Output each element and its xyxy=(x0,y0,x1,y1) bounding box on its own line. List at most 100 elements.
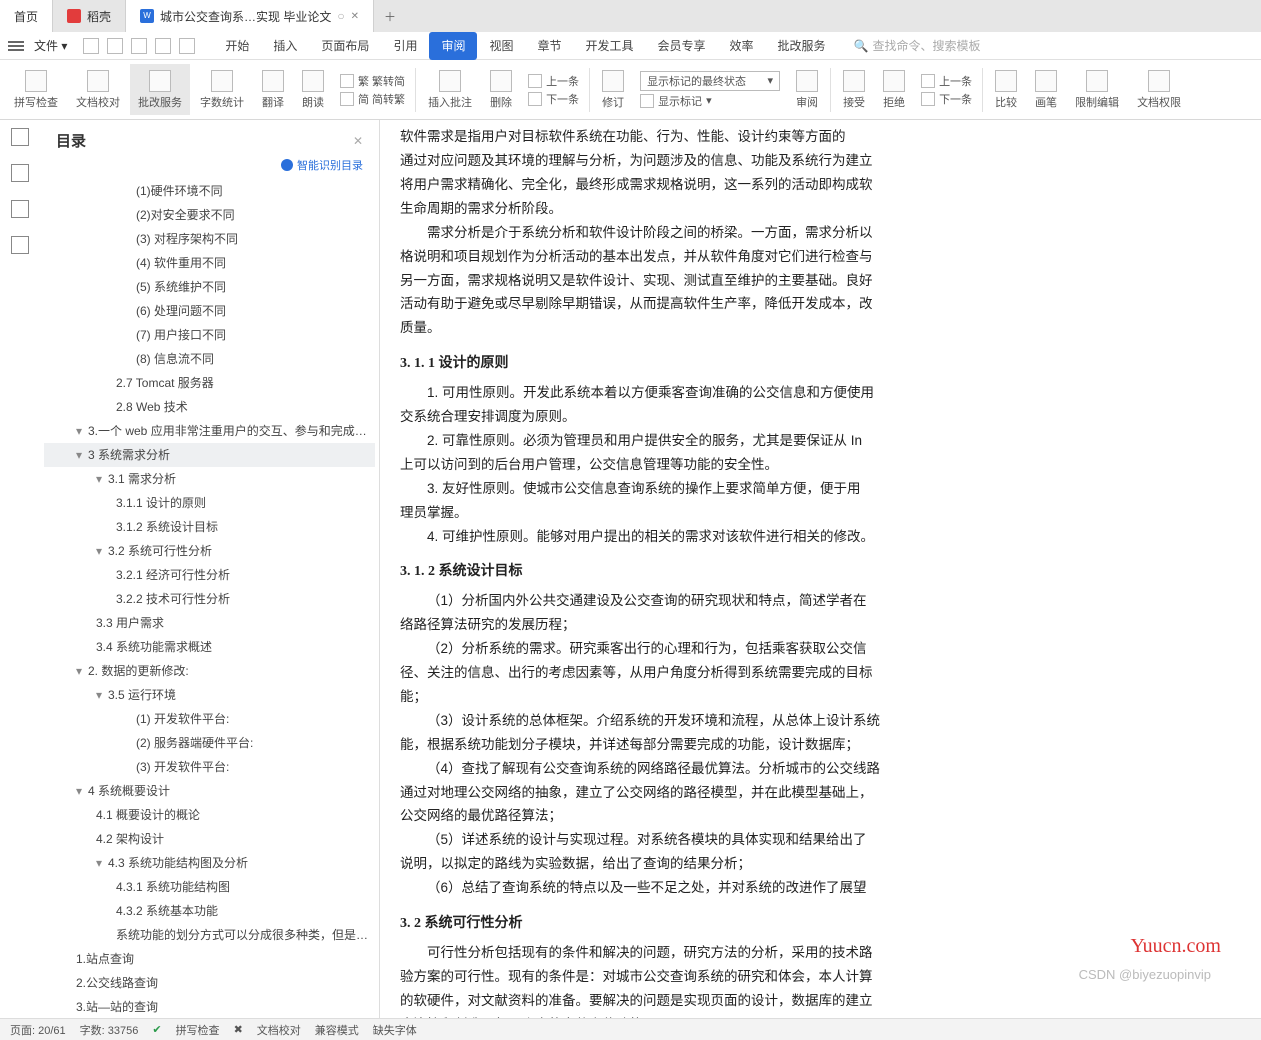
outline-item[interactable]: ▾4 系统概要设计 xyxy=(44,779,375,803)
status-words[interactable]: 字数: 33756 xyxy=(80,1022,139,1038)
outline-item[interactable]: (4) 软件重用不同 xyxy=(44,251,375,275)
status-page[interactable]: 页面: 20/61 xyxy=(10,1022,66,1038)
document-viewport[interactable]: 软件需求是指用户对目标软件系统在功能、行为、性能、设计约束等方面的 通过对应问题… xyxy=(380,120,1261,1018)
rb-reject[interactable]: 拒绝 xyxy=(875,64,913,115)
rb-compare[interactable]: 比较 xyxy=(987,64,1025,115)
status-font[interactable]: 缺失字体 xyxy=(373,1022,417,1038)
menu-chapter[interactable]: 章节 xyxy=(525,32,573,60)
rb-next-change[interactable]: 下一条 xyxy=(921,91,972,107)
outline-item[interactable]: (1) 开发软件平台: xyxy=(44,707,375,731)
outline-item[interactable]: 3.1.1 设计的原则 xyxy=(44,491,375,515)
menu-ref[interactable]: 引用 xyxy=(381,32,429,60)
outline-item[interactable]: 3.1.2 系统设计目标 xyxy=(44,515,375,539)
rb-delete[interactable]: 删除 xyxy=(482,64,520,115)
outline-item[interactable]: (3) 对程序架构不同 xyxy=(44,227,375,251)
rb-trad2simp[interactable]: 繁 繁转简 xyxy=(340,73,405,89)
sidebar-bookmark-icon[interactable] xyxy=(11,200,29,218)
outline-item[interactable]: 1.站点查询 xyxy=(44,947,375,971)
menu-file[interactable]: 文件 ▾ xyxy=(28,37,73,54)
rb-accept[interactable]: 接受 xyxy=(835,64,873,115)
outline-item[interactable]: (6) 处理问题不同 xyxy=(44,299,375,323)
tab-add-button[interactable]: ＋ xyxy=(374,0,406,32)
rb-track[interactable]: 修订 xyxy=(594,64,632,115)
rb-translate[interactable]: 翻译 xyxy=(254,64,292,115)
rb-proof[interactable]: 文档校对 xyxy=(68,64,128,115)
menu-review[interactable]: 审阅 xyxy=(429,32,477,60)
menu-correct[interactable]: 批改服务 xyxy=(766,32,838,60)
outline-item[interactable]: ▾4.3 系统功能结构图及分析 xyxy=(44,851,375,875)
outline-item[interactable]: (5) 系统维护不同 xyxy=(44,275,375,299)
outline-item[interactable]: 2.7 Tomcat 服务器 xyxy=(44,371,375,395)
outline-item[interactable]: 4.3.2 系统基本功能 xyxy=(44,899,375,923)
qa-preview-icon[interactable] xyxy=(131,38,147,54)
rb-perm[interactable]: 文档权限 xyxy=(1129,64,1189,115)
qa-undo-icon[interactable] xyxy=(155,38,171,54)
rb-next-comment[interactable]: 下一条 xyxy=(528,91,579,107)
para: 理员掌握。 xyxy=(400,503,1241,524)
outline-item[interactable]: ▾2. 数据的更新修改: xyxy=(44,659,375,683)
rb-spellcheck[interactable]: 拼写检查 xyxy=(6,64,66,115)
menu-vip[interactable]: 会员专享 xyxy=(646,32,718,60)
command-search[interactable]: 🔍 查找命令、搜索模板 xyxy=(854,37,981,54)
outline-item[interactable]: (7) 用户接口不同 xyxy=(44,323,375,347)
rb-restrict[interactable]: 限制编辑 xyxy=(1067,64,1127,115)
qa-print-icon[interactable] xyxy=(107,38,123,54)
menu-dev[interactable]: 开发工具 xyxy=(574,32,646,60)
outline-smart[interactable]: 智能识别目录 xyxy=(297,157,363,173)
outline-item[interactable]: 4.3.1 系统功能结构图 xyxy=(44,875,375,899)
outline-item[interactable]: 4.2 架构设计 xyxy=(44,827,375,851)
outline-item[interactable]: 3.2.1 经济可行性分析 xyxy=(44,563,375,587)
sidebar-search-icon[interactable] xyxy=(11,236,29,254)
rb-review-pane[interactable]: 审阅 xyxy=(788,64,826,115)
outline-item[interactable]: 4.1 概要设计的概论 xyxy=(44,803,375,827)
menu-view[interactable]: 视图 xyxy=(477,32,525,60)
menu-eff[interactable]: 效率 xyxy=(718,32,766,60)
outline-item[interactable]: (3) 开发软件平台: xyxy=(44,755,375,779)
tab-close-icon[interactable]: ✕ xyxy=(351,11,359,22)
outline-item-label: (8) 信息流不同 xyxy=(136,352,214,366)
outline-item[interactable]: (8) 信息流不同 xyxy=(44,347,375,371)
rb-pen[interactable]: 画笔 xyxy=(1027,64,1065,115)
markup-display-dd[interactable]: 显示标记的最终状态▾ xyxy=(640,71,780,91)
outline-item[interactable]: 3.站—站的查询 xyxy=(44,995,375,1018)
tab-document[interactable]: W城市公交查询系…实现 毕业论文○✕ xyxy=(126,0,374,32)
qa-redo-icon[interactable] xyxy=(179,38,195,54)
rb-prev-comment[interactable]: 上一条 xyxy=(528,73,579,89)
outline-item[interactable]: 3.3 用户需求 xyxy=(44,611,375,635)
outline-item[interactable]: 2.公交线路查询 xyxy=(44,971,375,995)
outline-item[interactable]: 3.2.2 技术可行性分析 xyxy=(44,587,375,611)
status-proof[interactable]: 文档校对 xyxy=(257,1022,301,1038)
outline-item[interactable]: ▾3.2 系统可行性分析 xyxy=(44,539,375,563)
menu-insert[interactable]: 插入 xyxy=(261,32,309,60)
outline-item[interactable]: (2) 服务器端硬件平台: xyxy=(44,731,375,755)
outline-item[interactable]: (2)对安全要求不同 xyxy=(44,203,375,227)
outline-item[interactable]: ▾3.1 需求分析 xyxy=(44,467,375,491)
hamburger-icon[interactable] xyxy=(8,41,24,51)
menu-start[interactable]: 开始 xyxy=(213,32,261,60)
spellcheck-icon xyxy=(25,70,47,92)
status-spell[interactable]: 拼写检查 xyxy=(176,1022,220,1038)
rb-simp2trad[interactable]: 简 简转繁 xyxy=(340,91,405,107)
qa-save-icon[interactable] xyxy=(83,38,99,54)
status-compat[interactable]: 兼容模式 xyxy=(315,1022,359,1038)
outline-item[interactable]: ▾3 系统需求分析 xyxy=(44,443,375,467)
sidebar-nav-icon[interactable] xyxy=(11,164,29,182)
menu-layout[interactable]: 页面布局 xyxy=(309,32,381,60)
show-markup[interactable]: 显示标记 ▾ xyxy=(640,93,780,109)
outline-item[interactable]: 3.4 系统功能需求概述 xyxy=(44,635,375,659)
outline-item[interactable]: ▾3.5 运行环境 xyxy=(44,683,375,707)
outline-item[interactable]: (1)硬件环境不同 xyxy=(44,179,375,203)
outline-item[interactable]: 2.8 Web 技术 xyxy=(44,395,375,419)
outline-close-icon[interactable]: ✕ xyxy=(353,134,363,148)
rb-read[interactable]: 朗读 xyxy=(294,64,332,115)
rb-prev-change[interactable]: 上一条 xyxy=(921,73,972,89)
sidebar-outline-icon[interactable] xyxy=(11,128,29,146)
rb-wordcount[interactable]: 字数统计 xyxy=(192,64,252,115)
tab-dk[interactable]: 稻壳 xyxy=(53,0,126,32)
rb-insert-comment[interactable]: 插入批注 xyxy=(420,64,480,115)
outline-body[interactable]: (1)硬件环境不同(2)对安全要求不同(3) 对程序架构不同(4) 软件重用不同… xyxy=(40,179,379,1018)
outline-item[interactable]: 系统功能的划分方式可以分成很多种类，但是我… xyxy=(44,923,375,947)
rb-correct-svc[interactable]: 批改服务 xyxy=(130,64,190,115)
tab-home[interactable]: 首页 xyxy=(0,0,53,32)
outline-item[interactable]: ▾3.一个 web 应用非常注重用户的交互、参与和完成任… xyxy=(44,419,375,443)
